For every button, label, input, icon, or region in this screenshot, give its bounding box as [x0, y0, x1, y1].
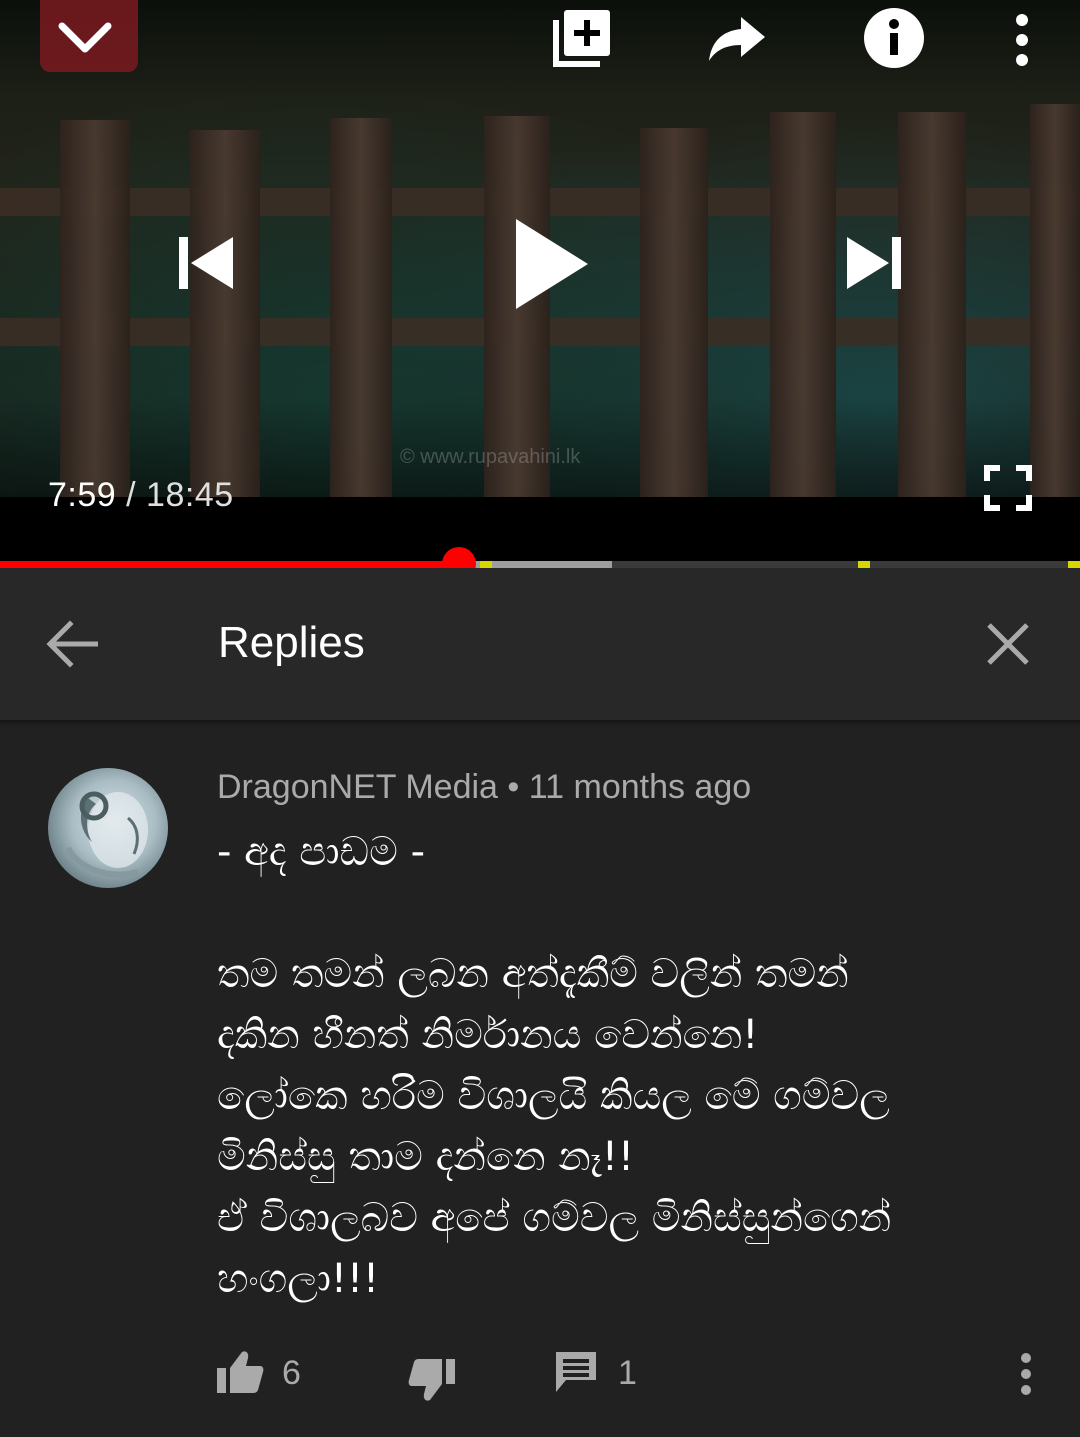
- fence-post: [898, 112, 966, 497]
- fence-post: [770, 112, 836, 497]
- fence-post: [640, 128, 708, 497]
- skip-previous-icon[interactable]: [170, 228, 240, 298]
- close-icon[interactable]: [980, 616, 1036, 672]
- comment-age: 11 months ago: [528, 768, 752, 806]
- app-root: © www.rupavahini.lk 7:59 / 18:45 Replies…: [0, 0, 1080, 1437]
- thumb-down-icon[interactable]: [406, 1354, 458, 1406]
- playback-time: 7:59 / 18:45: [48, 476, 234, 515]
- time-separator: /: [116, 476, 147, 514]
- seek-bar[interactable]: [0, 547, 1080, 581]
- chevron-down-icon[interactable]: [50, 10, 120, 66]
- ad-marker: [480, 561, 492, 568]
- meta-bullet: •: [497, 768, 529, 806]
- comment-line: මිනිස්සු තාම දන්නෙ නෑ!!: [217, 1134, 634, 1180]
- fence-post: [60, 120, 130, 497]
- ad-marker: [1068, 561, 1080, 568]
- replies-title: Replies: [218, 618, 365, 667]
- comment-line: [217, 883, 1037, 944]
- comment-line: ඒ විශාලබව අපේ ගම්වල මිනිස්සුන්ගෙන්: [217, 1195, 892, 1241]
- header-divider: [0, 720, 1080, 726]
- fence-post: [1030, 104, 1080, 497]
- video-player[interactable]: © www.rupavahini.lk 7:59 / 18:45: [0, 0, 1080, 562]
- video-watermark: © www.rupavahini.lk: [400, 446, 581, 468]
- play-icon[interactable]: [502, 210, 598, 318]
- played-bar: [0, 561, 459, 568]
- fullscreen-icon[interactable]: [980, 460, 1036, 516]
- comment-actions: 6 1: [0, 1340, 1080, 1410]
- comment-body: - අද පාඩම - තම තමන් ලබන අත්දැකීම් වලින් …: [217, 822, 1037, 1310]
- comment-line: දකින හීනත් නිර්මානය වෙන්නෙ!: [217, 1012, 759, 1058]
- more-vertical-icon[interactable]: [1010, 1346, 1042, 1402]
- comment-line: ලෝකෙ හරිම විශාලයි කියල මේ ගම්වල: [217, 1073, 890, 1119]
- current-time: 7:59: [48, 476, 117, 514]
- fence-post: [330, 118, 392, 497]
- reply-comment-icon[interactable]: [552, 1348, 600, 1396]
- share-icon[interactable]: [704, 10, 770, 66]
- add-to-playlist-icon[interactable]: [546, 4, 618, 72]
- duration: 18:45: [146, 476, 234, 514]
- info-icon[interactable]: [862, 6, 926, 70]
- reply-count: 1: [618, 1354, 637, 1392]
- avatar[interactable]: [48, 768, 168, 888]
- skip-next-icon[interactable]: [840, 228, 910, 298]
- ad-marker: [858, 561, 870, 568]
- comment-line: - අද පාඩම -: [217, 829, 426, 875]
- more-vertical-icon[interactable]: [1000, 10, 1044, 70]
- arrow-back-icon[interactable]: [40, 612, 104, 676]
- comment-line: හංගලා!!!: [217, 1256, 380, 1302]
- thumb-up-icon[interactable]: [214, 1346, 266, 1398]
- fence-post: [190, 130, 260, 497]
- like-count: 6: [282, 1354, 301, 1392]
- comment-line: තම තමන් ලබන අත්දැකීම් වලින් තමන්: [217, 951, 849, 997]
- replies-header: Replies: [0, 568, 1080, 720]
- comment-header: DragonNET Media • 11 months ago: [217, 768, 751, 807]
- comment-author[interactable]: DragonNET Media: [217, 768, 498, 806]
